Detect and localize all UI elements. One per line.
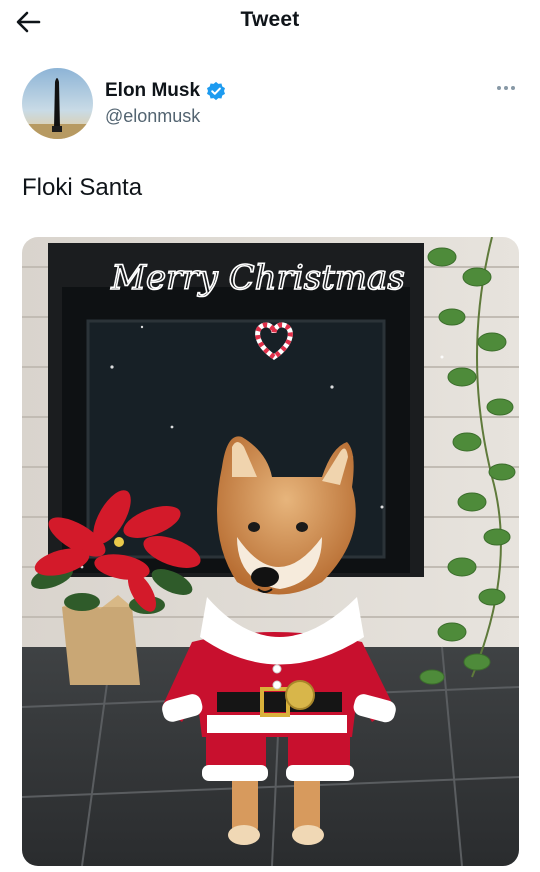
avatar[interactable] [22, 68, 93, 139]
ellipsis-horizontal-icon [497, 86, 501, 90]
tweet-media-image[interactable]: Merry Christmas [22, 237, 519, 866]
display-name[interactable]: Elon Musk [105, 80, 200, 102]
author-names: Elon Musk @elonmusk [105, 80, 226, 127]
handle[interactable]: @elonmusk [105, 106, 226, 127]
tweet-text: Floki Santa [22, 174, 143, 201]
top-bar: Tweet [0, 0, 540, 44]
tweet-author: Elon Musk @elonmusk [22, 68, 522, 140]
page-title: Tweet [240, 8, 300, 31]
merry-christmas-overlay: Merry Christmas [110, 258, 405, 298]
starship-rocket-avatar [22, 68, 93, 139]
verified-badge-icon [207, 81, 226, 101]
more-options-button[interactable] [494, 82, 518, 94]
